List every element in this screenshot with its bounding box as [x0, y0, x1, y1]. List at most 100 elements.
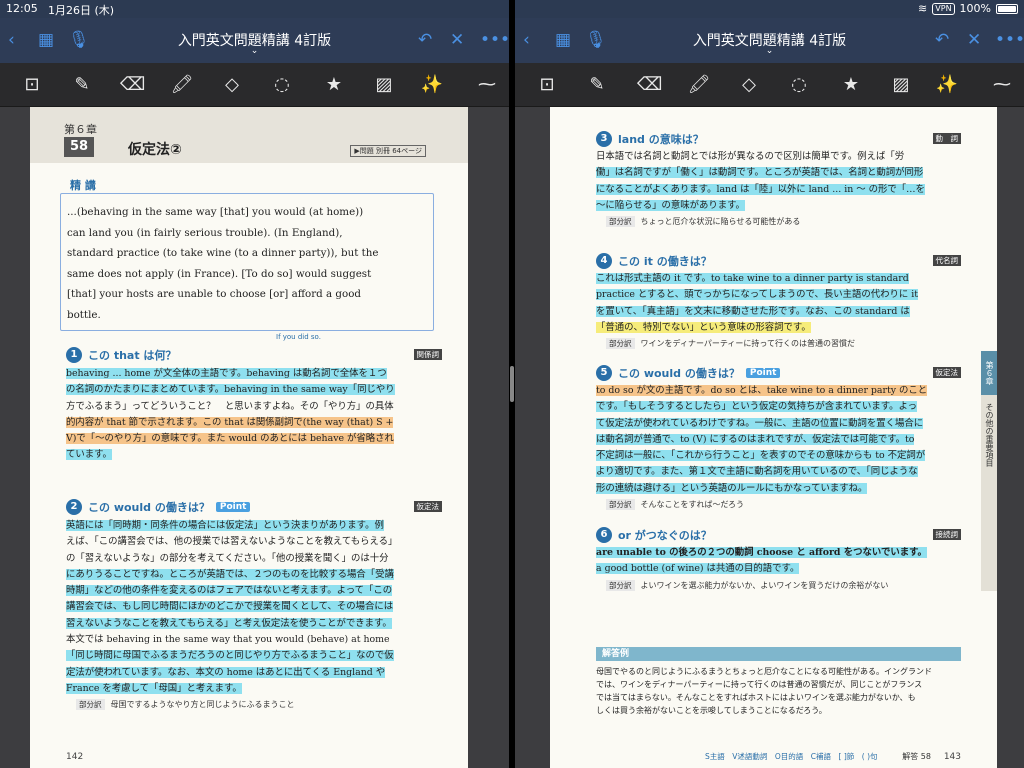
- multitask-dots[interactable]: •••: [241, 18, 269, 22]
- side-tab: 第６章 その他の重要項目: [981, 351, 997, 591]
- more-icon[interactable]: •••: [480, 30, 509, 50]
- stroke-width-icon[interactable]: ⁓: [990, 73, 1014, 97]
- partial-text: そんなことをすれば〜だろう: [640, 500, 745, 510]
- q1-line: ています。: [66, 449, 112, 461]
- highlighter-icon[interactable]: 🖍: [170, 73, 194, 97]
- side-tab-chapter: 第６章: [981, 351, 997, 395]
- q4-line: 「普通の、特別でない」という意味の形容詞です。: [596, 321, 811, 333]
- laser-pointer-icon[interactable]: ✨: [420, 73, 444, 97]
- left-pane: ••• ‹ ▦ 🎙 入門英文問題精講 4訂版 ⌄ ↶ ✕ ••• ⊡ ✎ ⌫ 🖍…: [0, 18, 509, 768]
- page-left: 第６章 58 仮定法② ▶問題 別冊 64ページ 精 講 ...(behavin…: [30, 107, 468, 768]
- q3-head: 3 land の意味は？: [596, 131, 961, 147]
- answer-heading: 解答例: [596, 647, 961, 661]
- close-icon[interactable]: ✕: [450, 30, 464, 50]
- q5-line: て仮定法が使われているわけですね。一般に、主語の位置に動詞を置く場合に: [596, 417, 924, 429]
- pen-icon[interactable]: ✎: [70, 73, 94, 97]
- section-number: 58: [64, 137, 94, 157]
- status-time: 12:05: [6, 2, 38, 15]
- q4-line: practice とすると、頭でっかちになってしまうので、長い主語の代わりに i…: [596, 289, 918, 301]
- q1-line: の名詞のかたまりにまとめています。behaving in the same wa…: [66, 384, 395, 396]
- eraser-icon[interactable]: ⌫: [120, 73, 145, 97]
- question-1: 1 この that は何？ 関係詞 behaving ... home が文全体…: [66, 347, 450, 464]
- q4-title: この it の働きは？: [618, 255, 712, 268]
- q5-line: より適切です。また、第１文で主語に動名詞を用いているので、「同じような: [596, 466, 918, 478]
- sticker-icon[interactable]: ★: [839, 73, 863, 97]
- undo-icon[interactable]: ↶: [935, 30, 949, 50]
- partial-label: 部分訳: [606, 216, 635, 228]
- q1-head: 1 この that は何？: [66, 347, 450, 363]
- q4-partial: 部分訳 ワインをディナーパーティーに持って行くのは普通の習慣だ: [596, 338, 961, 350]
- stroke-width-icon[interactable]: ⁓: [475, 73, 499, 97]
- answer-line: 母国でやるのと同じようにふるまうとちょっと厄介なことになる可能性がある。イングラ…: [596, 667, 932, 676]
- answer-line: では当てはまらない。そんなことをすればホストにはよいワインを選ぶ能力がないか、も: [596, 693, 916, 702]
- highlighter-icon[interactable]: 🖍: [687, 73, 711, 97]
- point-badge: Point: [215, 502, 251, 512]
- question-6: 6 or がつなぐのは？ 接続詞 are unable to の後ろの２つの動詞…: [596, 527, 961, 591]
- toolbar-right: ⊡ ✎ ⌫ 🖍 ◇ ◌ ★ ▨ ✨ ⁓: [515, 63, 1024, 107]
- more-icon[interactable]: •••: [995, 30, 1024, 50]
- answer-ref: 解答 58: [902, 752, 931, 761]
- image-icon[interactable]: ▨: [889, 73, 913, 97]
- multitask-dots[interactable]: •••: [756, 18, 784, 22]
- chevron-down-icon[interactable]: ⌄: [251, 46, 259, 56]
- page-number-right: 143: [943, 752, 961, 762]
- shapes-icon[interactable]: ◇: [737, 73, 761, 97]
- page-zoom-icon[interactable]: ⊡: [535, 73, 559, 97]
- page-zoom-icon[interactable]: ⊡: [20, 73, 44, 97]
- partial-label: 部分訳: [76, 699, 105, 711]
- lasso-icon[interactable]: ◌: [270, 73, 294, 97]
- legend: S主語 V述語動詞 O目的語 C補語 [ ]節 ( )句: [705, 752, 878, 761]
- q4-body: これは形式主語の it です。to take wine to a dinner …: [596, 271, 961, 336]
- undo-icon[interactable]: ↶: [418, 30, 432, 50]
- nav-bar-right: ••• ‹ ▦ 🎙 入門英文問題精講 4訂版 ⌄ ↶ ✕ •••: [515, 18, 1024, 63]
- q1-line: V)で「〜のやり方」の意味です。また would のあとには behave が省…: [66, 433, 394, 445]
- q3-tag: 動 詞: [932, 133, 961, 144]
- q3-line: 働」は名詞ですが「働く」は動詞です。ところが英語では、名詞と動詞が同形: [596, 167, 924, 179]
- image-icon[interactable]: ▨: [372, 73, 396, 97]
- q6-number: 6: [596, 527, 612, 543]
- q5-head: 5 この would の働きは？ Point: [596, 365, 961, 381]
- laser-pointer-icon[interactable]: ✨: [935, 73, 959, 97]
- wifi-icon: ≋: [918, 2, 928, 15]
- eraser-icon[interactable]: ⌫: [637, 73, 662, 97]
- q4-line: これは形式主語の it です。to take wine to a dinner …: [596, 273, 909, 284]
- partial-text: ちょっと厄介な状況に陥らせる可能性がある: [640, 217, 801, 227]
- page-right: 3 land の意味は？ 動 詞 日本語では名詞と動詞とでは形が異なるので区別は…: [550, 107, 997, 768]
- q1-line: 的内容が that 節で示されます。この that は関係副詞で(the way…: [66, 416, 394, 428]
- q2-line: France を考慮して「母国」と考えます。: [66, 682, 242, 694]
- q3-body: 日本語では名詞と動詞とでは形が異なるので区別は簡単です。例えば「労 働」は名詞で…: [596, 149, 961, 214]
- divider-handle[interactable]: [510, 366, 514, 402]
- q6-partial: 部分訳 よいワインを選ぶ能力がないか、よいワインを買うだけの余裕がない: [596, 579, 961, 591]
- lasso-icon[interactable]: ◌: [787, 73, 811, 97]
- q5-number: 5: [596, 365, 612, 381]
- q2-line: 英語には「同時期・同条件の場合には仮定法」という決まりがあります。例: [66, 520, 384, 531]
- sticker-icon[interactable]: ★: [322, 73, 346, 97]
- analysis-box: ...(behaving in the same way [that] you …: [60, 193, 434, 331]
- q2-tag: 仮定法: [413, 501, 442, 512]
- battery-icon: [996, 3, 1018, 14]
- partial-text: ワインをディナーパーティーに持って行くのは普通の習慣だ: [640, 339, 855, 349]
- exercise-ref: ▶問題 別冊 64ページ: [350, 145, 426, 157]
- q5-line: は動名詞が普通で、to (V) にするのはまれですが、仮定法では可能です。to: [596, 433, 915, 445]
- close-icon[interactable]: ✕: [967, 30, 981, 50]
- q5-partial: 部分訳 そんなことをすれば〜だろう: [596, 499, 961, 511]
- q5-line: 不定詞は一般に、「これから行うこと」を表すのでその意味からも to 不定詞が: [596, 450, 926, 462]
- q6-line: a good bottle (of wine) は共通の目的語です。: [596, 563, 800, 575]
- question-5: 5 この would の働きは？ Point 仮定法 to do so が文の主…: [596, 365, 961, 511]
- q5-line: to do so が文の主語です。do so とは、take wine to a…: [596, 385, 928, 396]
- q2-line: 定法が使われています。なお、本文の home はあとに出てくる England …: [66, 666, 386, 678]
- answer-line: では、ワインをディナーパーティーに持って行くのは普通の習慣だが、同じことがフラン…: [596, 680, 923, 689]
- handwritten-note: If you did so.: [276, 333, 321, 341]
- q1-title: この that は何？: [88, 349, 177, 362]
- page-number-left: 142: [66, 752, 84, 762]
- chevron-down-icon[interactable]: ⌄: [766, 46, 774, 56]
- q3-line: 日本語では名詞と動詞とでは形が異なるので区別は簡単です。例えば「労: [596, 151, 905, 162]
- toolbar-left: ⊡ ✎ ⌫ 🖍 ◇ ◌ ★ ▨ ✨ ⁓: [0, 63, 509, 107]
- q2-line: えば、「この講習会では、他の授業では習えないようなことを教えてもらえる」: [66, 536, 398, 548]
- q6-body: are unable to の後ろの２つの動詞 choose と afford …: [596, 545, 961, 578]
- question-3: 3 land の意味は？ 動 詞 日本語では名詞と動詞とでは形が異なるので区別は…: [596, 131, 961, 228]
- shapes-icon[interactable]: ◇: [220, 73, 244, 97]
- q3-partial: 部分訳 ちょっと厄介な状況に陥らせる可能性がある: [596, 216, 961, 228]
- sentence-line-2: can land you (in fairly serious trouble)…: [67, 226, 343, 239]
- pen-icon[interactable]: ✎: [585, 73, 609, 97]
